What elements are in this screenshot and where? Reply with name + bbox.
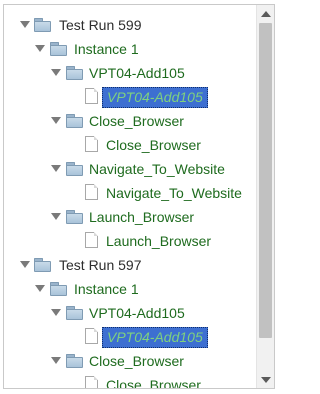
tree-node-step[interactable]: Close_Browser [4, 109, 256, 133]
tree-node-label: Close_Browser [106, 137, 201, 153]
tree-node-label: VPT04-Add105 [102, 87, 208, 108]
tree-node-step[interactable]: Navigate_To_Website [4, 157, 256, 181]
tree-leaf-selected[interactable]: VPT04-Add105 [4, 85, 256, 109]
chevron-up-icon[interactable] [257, 5, 274, 22]
expand-toggle-icon[interactable] [51, 117, 61, 124]
expand-toggle-icon[interactable] [51, 165, 61, 172]
vertical-scrollbar[interactable] [256, 5, 274, 388]
tree-leaf[interactable]: Close_Browser [4, 373, 256, 389]
tree-node-test-run[interactable]: Test Run 599 [4, 13, 256, 37]
tree-node-label: Instance 1 [74, 41, 139, 57]
folder-icon [66, 162, 83, 176]
tree-node-step[interactable]: Launch_Browser [4, 205, 256, 229]
scrollbar-thumb[interactable] [259, 23, 272, 338]
expand-toggle-icon[interactable] [35, 45, 45, 52]
file-icon [85, 136, 98, 152]
tree-leaf-selected[interactable]: VPT04-Add105 [4, 325, 256, 349]
tree-leaf[interactable]: Navigate_To_Website [4, 181, 256, 205]
folder-icon [66, 354, 83, 368]
tree-node-label: Launch_Browser [89, 209, 195, 225]
folder-icon [50, 282, 67, 296]
file-icon [85, 232, 98, 248]
expand-toggle-icon[interactable] [51, 69, 61, 76]
tree-node-label: VPT04-Add105 [89, 305, 185, 321]
file-icon [85, 88, 98, 104]
expand-toggle-icon[interactable] [35, 285, 45, 292]
file-icon [85, 328, 98, 344]
tree-node-label: VPT04-Add105 [102, 327, 208, 348]
expand-toggle-icon[interactable] [20, 261, 30, 268]
tree-panel: Test Run 599 Instance 1 VPT04-Add105 VPT… [3, 4, 275, 389]
tree-node-label: Navigate_To_Website [89, 161, 225, 177]
tree-node-test[interactable]: VPT04-Add105 [4, 61, 256, 85]
tree-node-test[interactable]: VPT04-Add105 [4, 301, 256, 325]
tree-node-test-run[interactable]: Test Run 597 [4, 253, 256, 277]
file-icon [85, 184, 98, 200]
folder-icon [34, 258, 51, 272]
folder-icon [66, 114, 83, 128]
tree-leaf[interactable]: Launch_Browser [4, 229, 256, 253]
folder-icon [66, 306, 83, 320]
tree-node-label: Navigate_To_Website [106, 185, 242, 201]
tree-node-label: Close_Browser [106, 377, 201, 389]
tree-node-label: Instance 1 [74, 281, 139, 297]
folder-icon [34, 18, 51, 32]
tree-node-label: Test Run 597 [59, 257, 142, 273]
chevron-down-icon[interactable] [257, 371, 274, 388]
tree-node-label: Close_Browser [89, 113, 184, 129]
file-icon [85, 376, 98, 388]
expand-toggle-icon[interactable] [20, 21, 30, 28]
expand-toggle-icon[interactable] [51, 213, 61, 220]
folder-icon [66, 66, 83, 80]
expand-toggle-icon[interactable] [51, 309, 61, 316]
tree-node-label: Close_Browser [89, 353, 184, 369]
folder-icon [66, 210, 83, 224]
tree-leaf[interactable]: Close_Browser [4, 133, 256, 157]
tree-node-instance[interactable]: Instance 1 [4, 37, 256, 61]
tree-node-label: VPT04-Add105 [89, 65, 185, 81]
expand-toggle-icon[interactable] [51, 357, 61, 364]
tree-node-step[interactable]: Close_Browser [4, 349, 256, 373]
tree-node-label: Launch_Browser [106, 233, 212, 249]
folder-icon [50, 42, 67, 56]
tree-node-instance[interactable]: Instance 1 [4, 277, 256, 301]
tree-node-label: Test Run 599 [59, 17, 142, 33]
